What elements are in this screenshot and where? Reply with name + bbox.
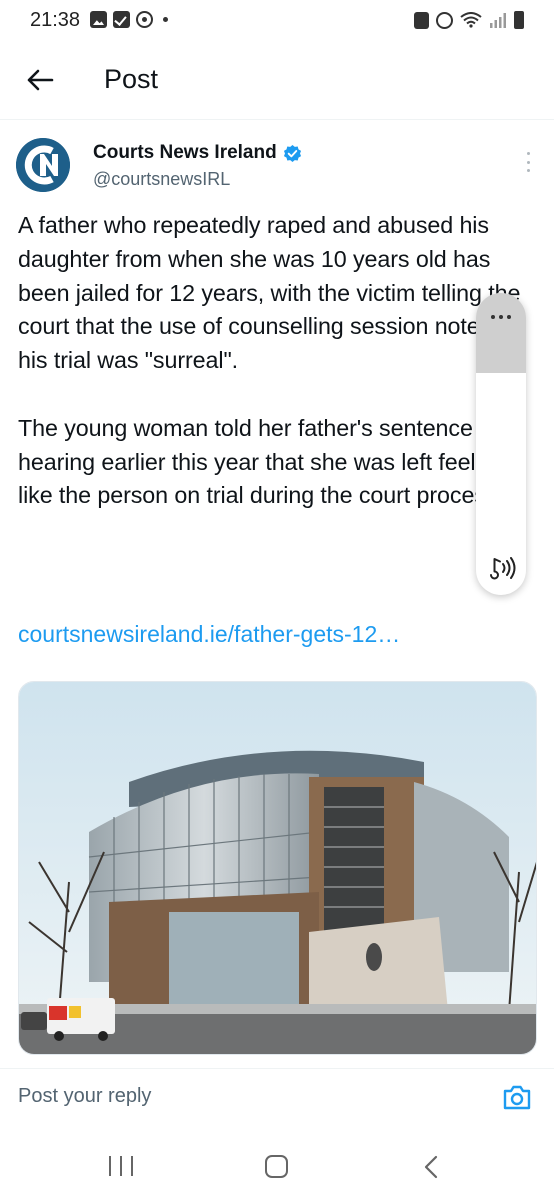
back-button[interactable] [22,62,58,98]
author-handle[interactable]: @courtsnewsIRL [93,169,230,190]
reply-input[interactable]: Post your reply [18,1085,151,1108]
status-bar: 21:38 [0,0,554,42]
app-notification-icon [136,11,153,28]
home-button[interactable] [265,1155,288,1178]
wifi-icon [460,12,482,28]
alarm-icon [436,11,453,29]
more-notifications-icon [163,17,168,22]
more-options-button[interactable] [518,150,538,174]
courts-news-logo-icon [16,138,70,192]
reply-bar: Post your reply [0,1068,554,1124]
top-app-bar: Post [0,42,554,120]
recents-button[interactable] [109,1156,133,1176]
recents-icon [109,1156,111,1176]
author-name[interactable]: Courts News Ireland [93,142,302,164]
camera-icon[interactable] [502,1083,532,1111]
system-back-button[interactable] [423,1155,439,1179]
panel-menu-button[interactable] [476,293,526,373]
notification-icons [90,11,168,28]
post-link[interactable]: courtsnewsireland.ie/father-gets-12… [18,621,400,648]
floating-side-panel[interactable] [476,293,526,595]
post-text: A father who repeatedly raped and abused… [18,212,520,509]
author-name-text: Courts News Ireland [93,142,277,163]
more-vertical-icon [526,152,530,155]
post-author-row: Courts News Ireland @courtsnewsIRL [16,138,540,198]
arrow-left-icon [27,69,54,91]
check-notification-icon [113,11,130,28]
post-image[interactable] [18,681,537,1055]
gallery-notification-icon [90,11,107,28]
battery-saver-icon [414,11,429,29]
sound-wave-icon[interactable] [485,555,517,581]
more-horizontal-icon [491,315,495,319]
system-nav-bar [0,1134,554,1200]
verified-badge-icon [283,144,301,162]
courthouse-photo [19,682,536,1054]
author-avatar[interactable] [16,138,70,192]
system-icons [414,11,524,29]
status-time: 21:38 [30,9,81,31]
battery-icon [514,11,524,29]
page-title: Post [104,64,159,94]
signal-icon [490,13,506,28]
